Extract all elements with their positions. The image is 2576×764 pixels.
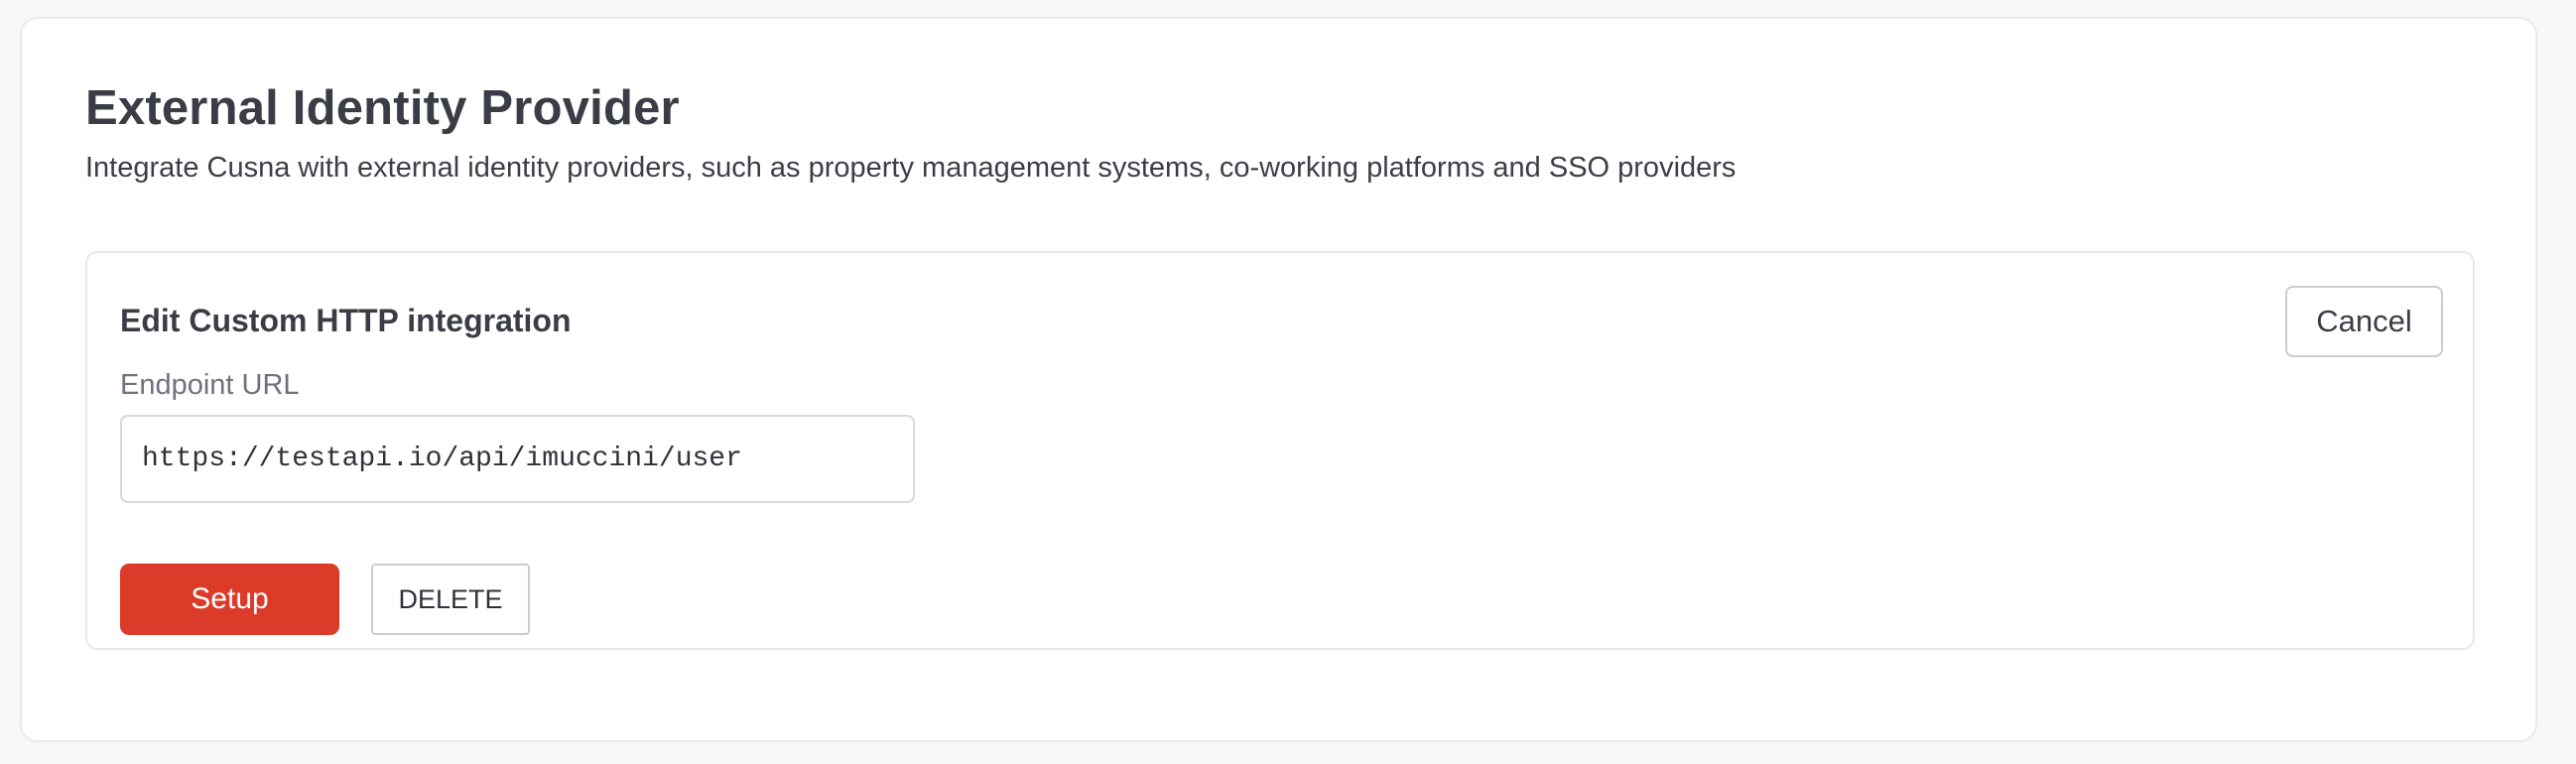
integration-section-title: Edit Custom HTTP integration bbox=[120, 303, 572, 338]
setup-button[interactable]: Setup bbox=[120, 564, 339, 635]
endpoint-url-label: Endpoint URL bbox=[120, 369, 300, 401]
integration-edit-panel: Edit Custom HTTP integration Endpoint UR… bbox=[85, 251, 2475, 650]
page-subtitle: Integrate Cusna with external identity p… bbox=[85, 152, 1737, 184]
cancel-button[interactable]: Cancel bbox=[2285, 286, 2443, 357]
page-title: External Identity Provider bbox=[85, 81, 680, 135]
identity-provider-card: External Identity Provider Integrate Cus… bbox=[20, 17, 2537, 742]
endpoint-url-input[interactable] bbox=[120, 415, 915, 503]
delete-button[interactable]: DELETE bbox=[371, 564, 530, 635]
